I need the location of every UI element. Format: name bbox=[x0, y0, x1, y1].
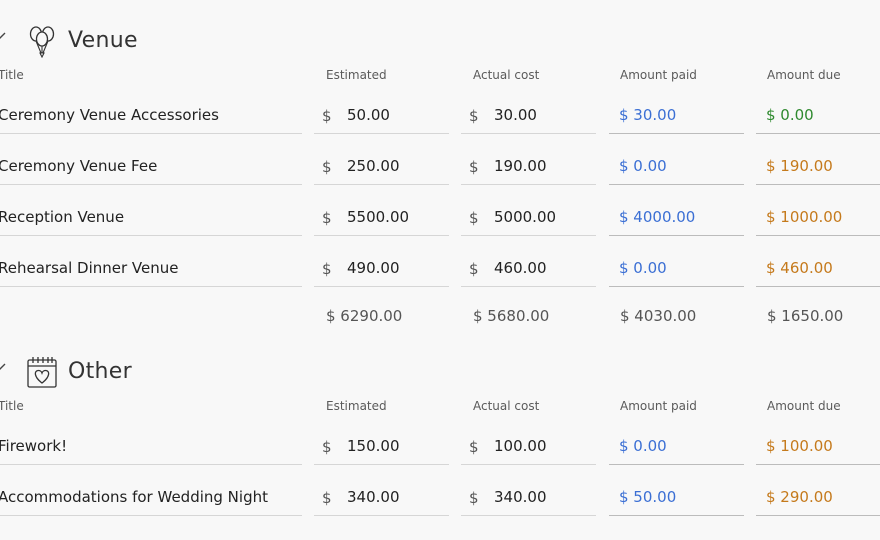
column-header-title: Title bbox=[0, 68, 24, 82]
title-field[interactable]: Rehearsal Dinner Venue bbox=[0, 249, 302, 287]
title-field[interactable]: Accommodations for Wedding Night bbox=[0, 478, 302, 516]
dollar-sign: $ bbox=[469, 158, 479, 176]
amount-due-value: $ 190.00 bbox=[756, 147, 880, 185]
column-header-paid: Amount paid bbox=[620, 399, 697, 413]
column-header-due: Amount due bbox=[767, 399, 841, 413]
dollar-sign: $ bbox=[322, 209, 332, 227]
total-amount-paid: $ 4030.00 bbox=[620, 307, 697, 325]
amount-due-value: $ 1000.00 bbox=[756, 198, 880, 236]
actual-cost-field[interactable]: $340.00 bbox=[461, 478, 596, 516]
table-row: Accommodations for Wedding Night $340.00… bbox=[0, 478, 880, 529]
section-venue: Venue Title Estimated Actual cost Amount… bbox=[0, 24, 880, 344]
table-row: Firework! $150.00 $100.00 $ 0.00 $ 100.0… bbox=[0, 427, 880, 478]
column-header-actual: Actual cost bbox=[473, 68, 540, 82]
dollar-sign: $ bbox=[469, 438, 479, 456]
actual-cost-field[interactable]: $460.00 bbox=[461, 249, 596, 287]
total-estimated: $ 6290.00 bbox=[326, 307, 403, 325]
amount-paid-field[interactable]: $ 4000.00 bbox=[609, 198, 744, 236]
dollar-sign: $ bbox=[322, 107, 332, 125]
table-row: Ceremony Venue Fee $250.00 $190.00 $ 0.0… bbox=[0, 147, 880, 198]
table-row: Rehearsal Dinner Venue $490.00 $460.00 $… bbox=[0, 249, 880, 300]
table-row: Reception Venue $5500.00 $5000.00 $ 4000… bbox=[0, 198, 880, 249]
column-header-estimated: Estimated bbox=[326, 399, 387, 413]
estimated-field[interactable]: $340.00 bbox=[314, 478, 449, 516]
estimated-field[interactable]: $50.00 bbox=[314, 96, 449, 134]
estimated-field[interactable]: $5500.00 bbox=[314, 198, 449, 236]
dollar-sign: $ bbox=[322, 489, 332, 507]
section-header-other[interactable]: Other bbox=[0, 355, 300, 395]
column-header-title: Title bbox=[0, 399, 24, 413]
actual-cost-field[interactable]: $190.00 bbox=[461, 147, 596, 185]
dollar-sign: $ bbox=[469, 209, 479, 227]
column-header-paid: Amount paid bbox=[620, 68, 697, 82]
balloons-icon bbox=[29, 26, 55, 58]
actual-cost-field[interactable]: $100.00 bbox=[461, 427, 596, 465]
dollar-sign: $ bbox=[469, 107, 479, 125]
column-header-estimated: Estimated bbox=[326, 68, 387, 82]
amount-due-value: $ 290.00 bbox=[756, 478, 880, 516]
estimated-field[interactable]: $150.00 bbox=[314, 427, 449, 465]
amount-due-value: $ 100.00 bbox=[756, 427, 880, 465]
amount-due-value: $ 460.00 bbox=[756, 249, 880, 287]
estimated-field[interactable]: $490.00 bbox=[314, 249, 449, 287]
title-field[interactable]: Firework! bbox=[0, 427, 302, 465]
chevron-down-icon[interactable] bbox=[0, 30, 6, 42]
amount-paid-field[interactable]: $ 50.00 bbox=[609, 478, 744, 516]
column-header-due: Amount due bbox=[767, 68, 841, 82]
title-field[interactable]: Ceremony Venue Accessories bbox=[0, 96, 302, 134]
title-field[interactable]: Ceremony Venue Fee bbox=[0, 147, 302, 185]
amount-due-value: $ 0.00 bbox=[756, 96, 880, 134]
dollar-sign: $ bbox=[469, 260, 479, 278]
amount-paid-field[interactable]: $ 0.00 bbox=[609, 427, 744, 465]
title-field[interactable]: Reception Venue bbox=[0, 198, 302, 236]
estimated-field[interactable]: $250.00 bbox=[314, 147, 449, 185]
dollar-sign: $ bbox=[322, 158, 332, 176]
chevron-down-icon[interactable] bbox=[0, 361, 6, 373]
amount-paid-field[interactable]: $ 0.00 bbox=[609, 147, 744, 185]
column-header-actual: Actual cost bbox=[473, 399, 540, 413]
total-actual-cost: $ 5680.00 bbox=[473, 307, 550, 325]
table-row: Ceremony Venue Accessories $50.00 $30.00… bbox=[0, 96, 880, 147]
calendar-heart-icon bbox=[27, 357, 57, 388]
section-title: Other bbox=[68, 359, 132, 384]
actual-cost-field[interactable]: $30.00 bbox=[461, 96, 596, 134]
dollar-sign: $ bbox=[469, 489, 479, 507]
dollar-sign: $ bbox=[322, 260, 332, 278]
amount-paid-field[interactable]: $ 0.00 bbox=[609, 249, 744, 287]
section-title: Venue bbox=[68, 28, 138, 53]
dollar-sign: $ bbox=[322, 438, 332, 456]
section-other: Other Title Estimated Actual cost Amount… bbox=[0, 355, 880, 540]
actual-cost-field[interactable]: $5000.00 bbox=[461, 198, 596, 236]
section-header-venue[interactable]: Venue bbox=[0, 24, 300, 64]
total-amount-due: $ 1650.00 bbox=[767, 307, 844, 325]
amount-paid-field[interactable]: $ 30.00 bbox=[609, 96, 744, 134]
